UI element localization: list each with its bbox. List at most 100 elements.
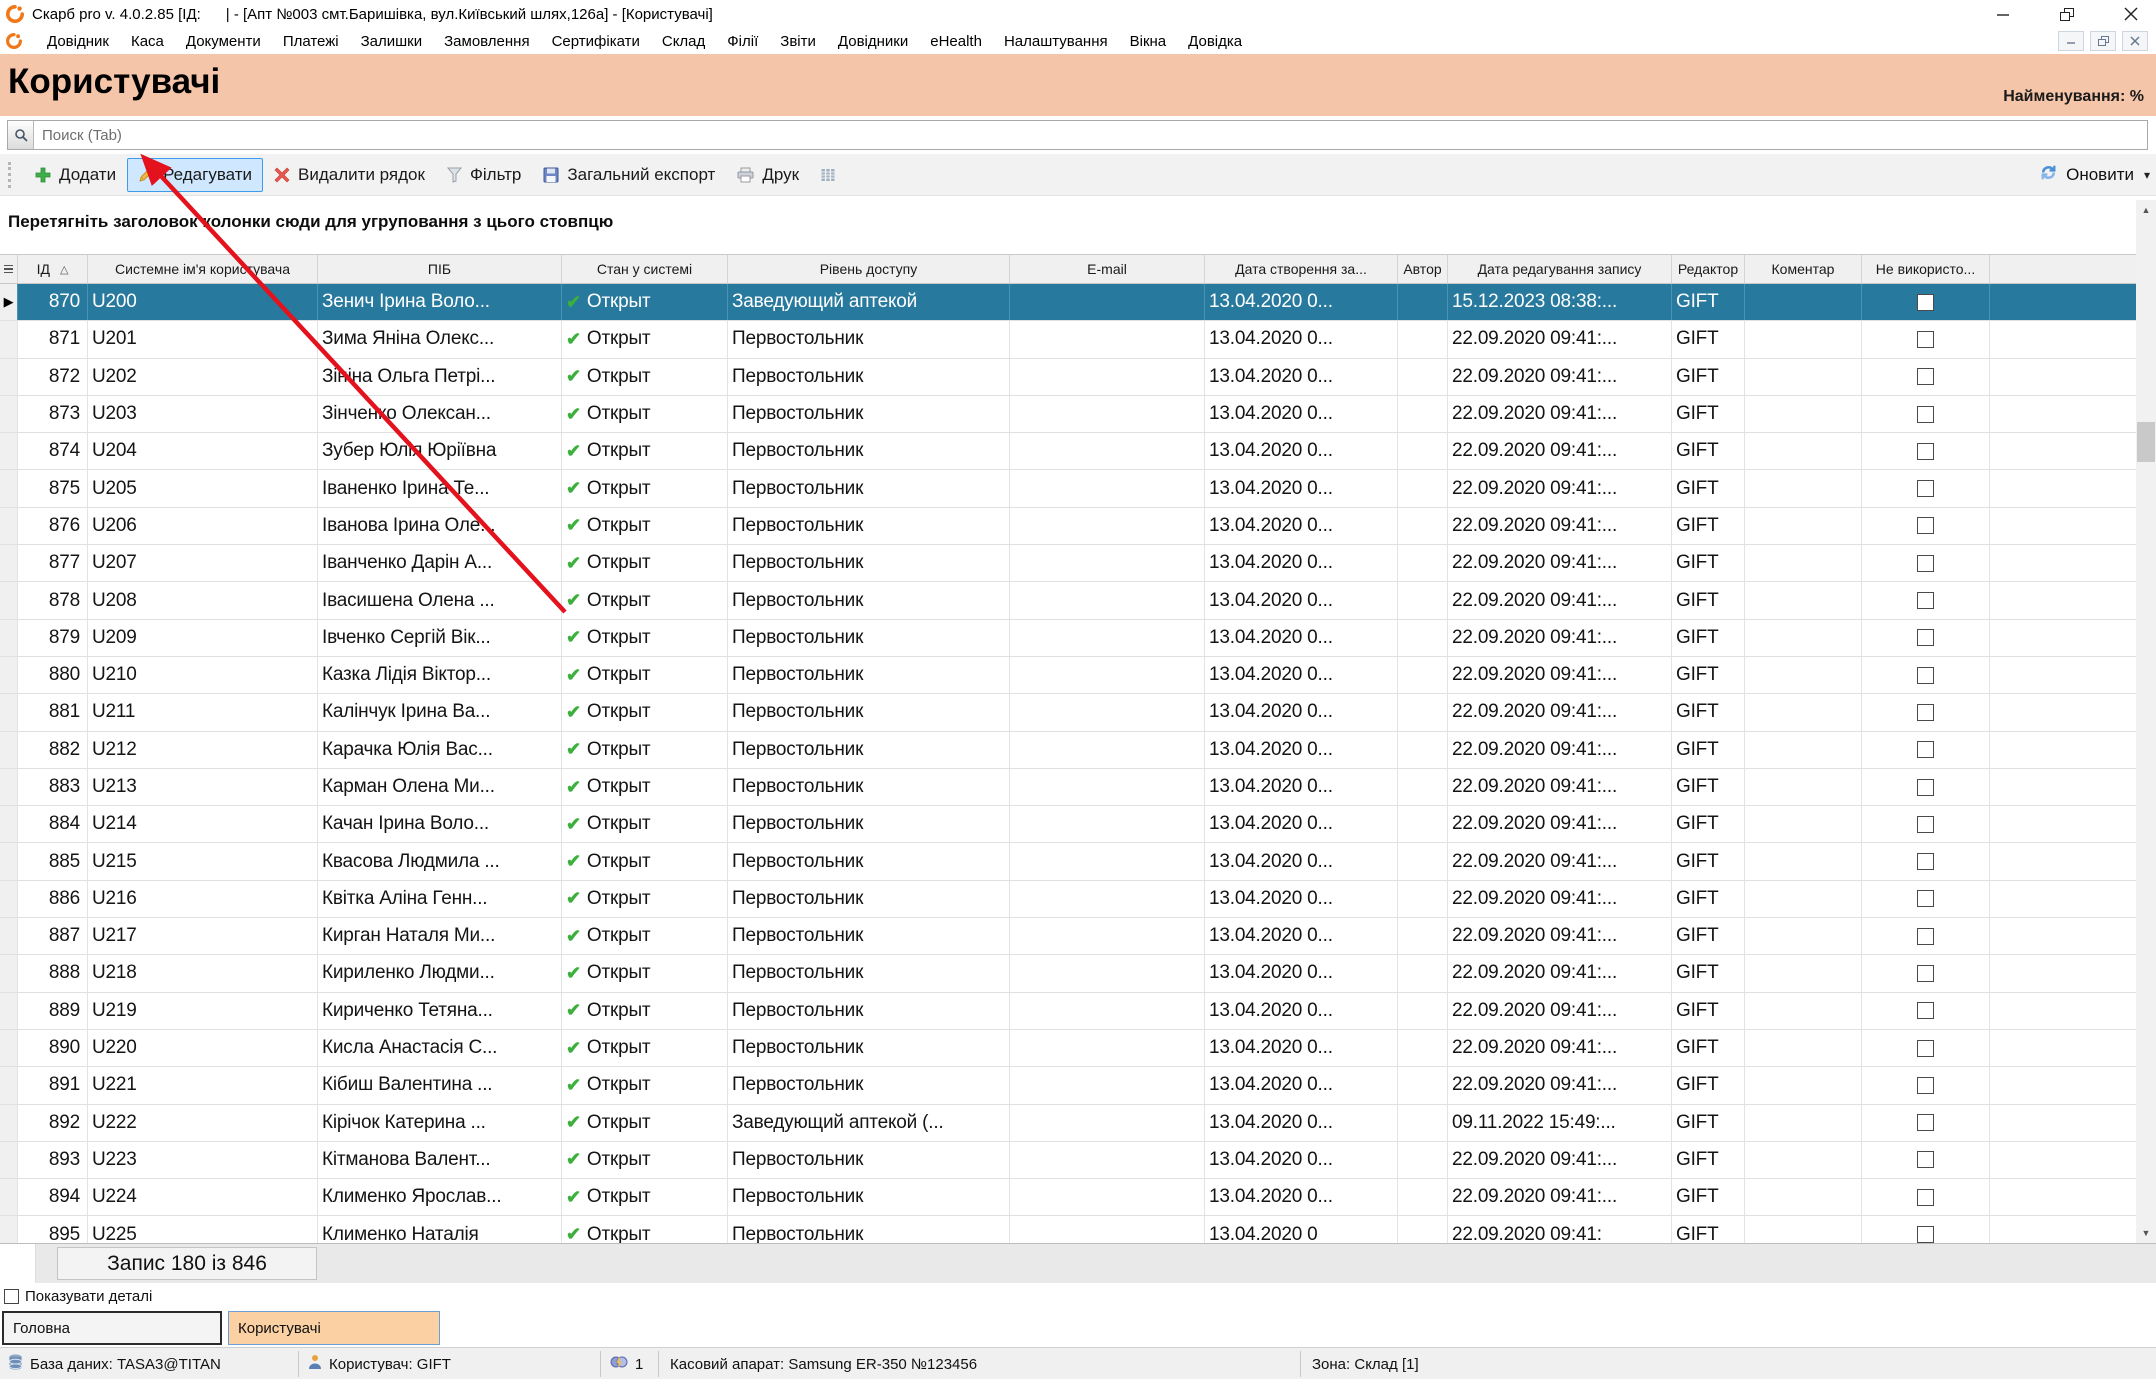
table-row[interactable]: 872 U202 Зініна Ольга Петрі... ✔Открыт П… <box>0 359 2136 396</box>
table-row[interactable]: 895 U225 Клименко Наталія ✔Открыт Первос… <box>0 1216 2136 1243</box>
refresh-button[interactable]: Оновити <box>2039 154 2134 196</box>
menu-item-13[interactable]: Налаштування <box>993 30 1119 53</box>
table-row[interactable]: 871 U201 Зима Яніна Олекс... ✔Открыт Пер… <box>0 321 2136 358</box>
mdi-minimize-button[interactable] <box>2058 31 2084 51</box>
menu-item-9[interactable]: Філії <box>716 30 769 53</box>
mdi-restore-button[interactable] <box>2090 31 2116 51</box>
table-row[interactable]: 883 U213 Карман Олена Ми... ✔Открыт Перв… <box>0 769 2136 806</box>
not-used-checkbox[interactable] <box>1917 517 1934 534</box>
column-header-not-used[interactable]: Не використо... <box>1862 255 1990 283</box>
table-row[interactable]: 881 U211 Калінчук Ірина Ва... ✔Открыт Пе… <box>0 694 2136 731</box>
table-row[interactable]: 876 U206 Іванова Ірина Оле... ✔Открыт Пе… <box>0 508 2136 545</box>
menu-item-12[interactable]: eHealth <box>919 30 993 53</box>
vertical-scrollbar[interactable]: ▲ ▼ <box>2136 200 2156 1243</box>
column-header-level[interactable]: Рівень доступу <box>728 255 1010 283</box>
column-chooser-button[interactable] <box>810 161 846 189</box>
menu-item-11[interactable]: Довідники <box>827 30 919 53</box>
table-row[interactable]: 892 U222 Кірічок Катерина ... ✔Открыт За… <box>0 1105 2136 1142</box>
show-details-checkbox[interactable] <box>4 1289 19 1304</box>
not-used-checkbox[interactable] <box>1917 629 1934 646</box>
column-header-editor[interactable]: Редактор <box>1672 255 1745 283</box>
not-used-checkbox[interactable] <box>1917 294 1934 311</box>
edit-button[interactable]: Редагувати <box>127 158 263 192</box>
menu-item-6[interactable]: Замовлення <box>433 30 540 53</box>
print-button[interactable]: Друк <box>726 158 810 192</box>
mdi-close-button[interactable] <box>2122 31 2148 51</box>
column-header-author[interactable]: Автор <box>1398 255 1448 283</box>
table-row[interactable]: 880 U210 Казка Лідія Віктор... ✔Открыт П… <box>0 657 2136 694</box>
not-used-checkbox[interactable] <box>1917 480 1934 497</box>
not-used-checkbox[interactable] <box>1917 779 1934 796</box>
not-used-checkbox[interactable] <box>1917 331 1934 348</box>
column-header-pib[interactable]: ПІБ <box>318 255 562 283</box>
not-used-checkbox[interactable] <box>1917 1114 1934 1131</box>
delete-row-button[interactable]: Видалити рядок <box>263 158 436 192</box>
not-used-checkbox[interactable] <box>1917 555 1934 572</box>
export-button[interactable]: Загальний експорт <box>532 158 726 192</box>
not-used-checkbox[interactable] <box>1917 1226 1934 1243</box>
search-input[interactable] <box>34 121 2147 149</box>
not-used-checkbox[interactable] <box>1917 443 1934 460</box>
table-row[interactable]: 882 U212 Карачка Юлія Вас... ✔Открыт Пер… <box>0 732 2136 769</box>
tab-users[interactable]: Користувачі <box>228 1311 440 1345</box>
menu-item-5[interactable]: Залишки <box>350 30 434 53</box>
close-button[interactable] <box>2120 4 2142 24</box>
not-used-checkbox[interactable] <box>1917 1189 1934 1206</box>
not-used-checkbox[interactable] <box>1917 406 1934 423</box>
scroll-up-icon[interactable]: ▲ <box>2136 200 2156 220</box>
not-used-checkbox[interactable] <box>1917 928 1934 945</box>
not-used-checkbox[interactable] <box>1917 1040 1934 1057</box>
toolbar-grip-handle[interactable] <box>8 162 14 188</box>
not-used-checkbox[interactable] <box>1917 1151 1934 1168</box>
menu-item-14[interactable]: Вікна <box>1119 30 1178 53</box>
filter-button[interactable]: Фільтр <box>436 158 532 192</box>
table-row[interactable]: 886 U216 Квітка Аліна Генн... ✔Открыт Пе… <box>0 881 2136 918</box>
minimize-button[interactable] <box>1992 4 2014 24</box>
table-row[interactable]: 893 U223 Кітманова Валент... ✔Открыт Пер… <box>0 1142 2136 1179</box>
menu-item-2[interactable]: Каса <box>120 30 175 53</box>
toolbar-overflow-caret-icon[interactable]: ▾ <box>2144 168 2150 182</box>
table-row[interactable]: 890 U220 Кисла Анастасія С... ✔Открыт Пе… <box>0 1030 2136 1067</box>
restore-button[interactable] <box>2056 4 2078 24</box>
header-corner-icon[interactable] <box>0 255 18 283</box>
not-used-checkbox[interactable] <box>1917 667 1934 684</box>
not-used-checkbox[interactable] <box>1917 853 1934 870</box>
table-row[interactable]: 884 U214 Качан Ірина Воло... ✔Открыт Пер… <box>0 806 2136 843</box>
table-row[interactable]: 873 U203 Зінченко Олексан... ✔Открыт Пер… <box>0 396 2136 433</box>
table-row[interactable]: 879 U209 Івченко Сергій Вік... ✔Открыт П… <box>0 620 2136 657</box>
add-button[interactable]: Додати <box>24 158 127 192</box>
group-by-panel[interactable]: Перетягніть заголовок колонки сюди для у… <box>0 196 2156 254</box>
not-used-checkbox[interactable] <box>1917 1002 1934 1019</box>
menu-item-8[interactable]: Склад <box>651 30 716 53</box>
table-row[interactable]: 885 U215 Квасова Людмила ... ✔Открыт Пер… <box>0 843 2136 880</box>
column-header-status[interactable]: Стан у системі <box>562 255 728 283</box>
not-used-checkbox[interactable] <box>1917 965 1934 982</box>
menu-item-4[interactable]: Платежі <box>272 30 350 53</box>
table-row[interactable]: 894 U224 Клименко Ярослав... ✔Открыт Пер… <box>0 1179 2136 1216</box>
tab-main[interactable]: Головна <box>2 1311 222 1345</box>
table-row[interactable]: 891 U221 Кібиш Валентина ... ✔Открыт Пер… <box>0 1067 2136 1104</box>
table-row[interactable]: 874 U204 Зубер Юлія Юріївна ✔Открыт Перв… <box>0 433 2136 470</box>
not-used-checkbox[interactable] <box>1917 368 1934 385</box>
table-row[interactable]: ▶ 870 U200 Зенич Ірина Воло... ✔Открыт З… <box>0 284 2136 321</box>
column-header-edited[interactable]: Дата редагування запису <box>1448 255 1672 283</box>
column-header-id[interactable]: ІД△ <box>18 255 88 283</box>
column-header-email[interactable]: E-mail <box>1010 255 1205 283</box>
table-row[interactable]: 888 U218 Кириленко Людми... ✔Открыт Перв… <box>0 955 2136 992</box>
scrollbar-thumb[interactable] <box>2137 422 2155 462</box>
menu-item-10[interactable]: Звіти <box>769 30 827 53</box>
not-used-checkbox[interactable] <box>1917 890 1934 907</box>
table-row[interactable]: 878 U208 Івасишена Олена ... ✔Открыт Пер… <box>0 582 2136 619</box>
table-row[interactable]: 877 U207 Іванченко Дарін А... ✔Открыт Пе… <box>0 545 2136 582</box>
menu-item-7[interactable]: Сертифікати <box>541 30 651 53</box>
not-used-checkbox[interactable] <box>1917 1077 1934 1094</box>
menu-item-3[interactable]: Документи <box>175 30 272 53</box>
not-used-checkbox[interactable] <box>1917 816 1934 833</box>
column-header-sysname[interactable]: Системне ім'я користувача <box>88 255 318 283</box>
table-row[interactable]: 887 U217 Кирган Наталя Ми... ✔Открыт Пер… <box>0 918 2136 955</box>
menu-item-15[interactable]: Довідка <box>1177 30 1253 53</box>
scroll-down-icon[interactable]: ▼ <box>2136 1223 2156 1243</box>
menu-item-1[interactable]: Довідник <box>36 30 120 53</box>
table-row[interactable]: 889 U219 Кириченко Тетяна... ✔Открыт Пер… <box>0 993 2136 1030</box>
not-used-checkbox[interactable] <box>1917 704 1934 721</box>
